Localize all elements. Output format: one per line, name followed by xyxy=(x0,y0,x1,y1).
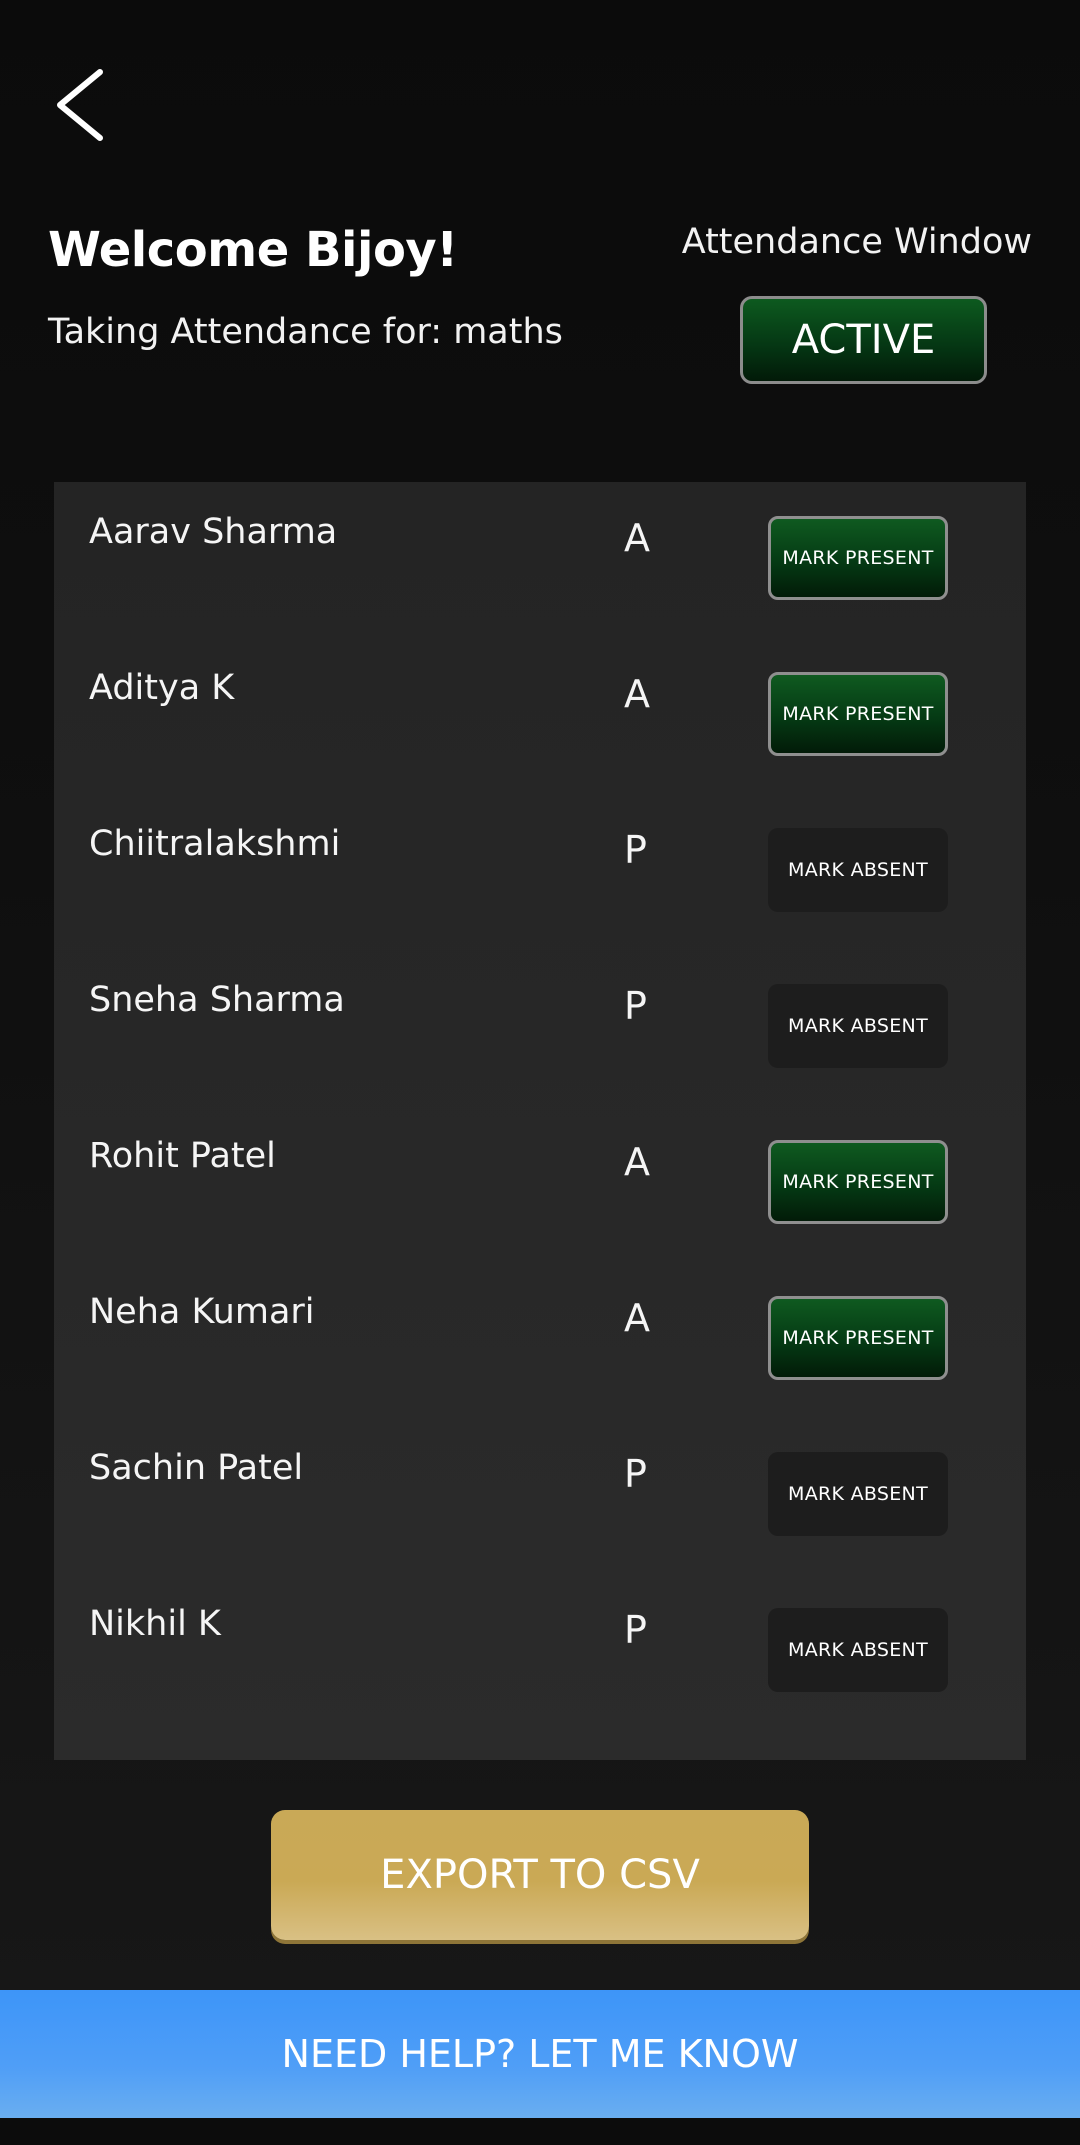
chevron-left-icon xyxy=(48,69,118,154)
student-row: Aarav Sharma A MARK PRESENT xyxy=(54,482,1026,638)
student-row: Aditya K A MARK PRESENT xyxy=(54,638,1026,794)
student-row: Rohit Patel A MARK PRESENT xyxy=(54,1106,1026,1262)
student-roster: Aarav Sharma A MARK PRESENT Aditya K A M… xyxy=(54,482,1026,1760)
attendance-status: A xyxy=(624,1140,650,1184)
mark-absent-button[interactable]: MARK ABSENT xyxy=(768,984,948,1068)
subject-line: Taking Attendance for: maths xyxy=(48,312,563,352)
student-name: Aditya K xyxy=(89,668,235,708)
attendance-window-status-button[interactable]: ACTIVE xyxy=(740,296,987,384)
student-name: Aarav Sharma xyxy=(89,512,338,552)
student-row: Sachin Patel P MARK ABSENT xyxy=(54,1418,1026,1574)
student-name: Nikhil K xyxy=(89,1604,221,1644)
mark-present-button[interactable]: MARK PRESENT xyxy=(768,672,948,756)
mark-present-button[interactable]: MARK PRESENT xyxy=(768,1140,948,1224)
attendance-status: P xyxy=(624,828,647,872)
student-name: Neha Kumari xyxy=(89,1292,315,1332)
attendance-window-label: Attendance Window xyxy=(681,222,1032,262)
mark-absent-button[interactable]: MARK ABSENT xyxy=(768,1452,948,1536)
attendance-status: P xyxy=(624,984,647,1028)
attendance-status: A xyxy=(624,1296,650,1340)
attendance-status: A xyxy=(624,516,650,560)
student-name: Sachin Patel xyxy=(89,1448,304,1488)
student-name: Chiitralakshmi xyxy=(89,824,341,864)
attendance-status: P xyxy=(624,1608,647,1652)
mark-present-button[interactable]: MARK PRESENT xyxy=(768,516,948,600)
student-row: Neha Kumari A MARK PRESENT xyxy=(54,1262,1026,1418)
mark-absent-button[interactable]: MARK ABSENT xyxy=(768,1608,948,1692)
back-button[interactable] xyxy=(48,60,138,160)
student-name: Sneha Sharma xyxy=(89,980,345,1020)
welcome-heading: Welcome Bijoy! xyxy=(48,222,458,278)
student-row: Sneha Sharma P MARK ABSENT xyxy=(54,950,1026,1106)
mark-absent-button[interactable]: MARK ABSENT xyxy=(768,828,948,912)
student-row: Chiitralakshmi P MARK ABSENT xyxy=(54,794,1026,950)
attendance-status: A xyxy=(624,672,650,716)
mark-present-button[interactable]: MARK PRESENT xyxy=(768,1296,948,1380)
bottom-strip xyxy=(0,2118,1080,2145)
help-button[interactable]: NEED HELP? LET ME KNOW xyxy=(0,1990,1080,2118)
student-name: Rohit Patel xyxy=(89,1136,276,1176)
student-row: Nikhil K P MARK ABSENT xyxy=(54,1574,1026,1730)
attendance-status: P xyxy=(624,1452,647,1496)
export-csv-button[interactable]: EXPORT TO CSV xyxy=(271,1810,809,1940)
